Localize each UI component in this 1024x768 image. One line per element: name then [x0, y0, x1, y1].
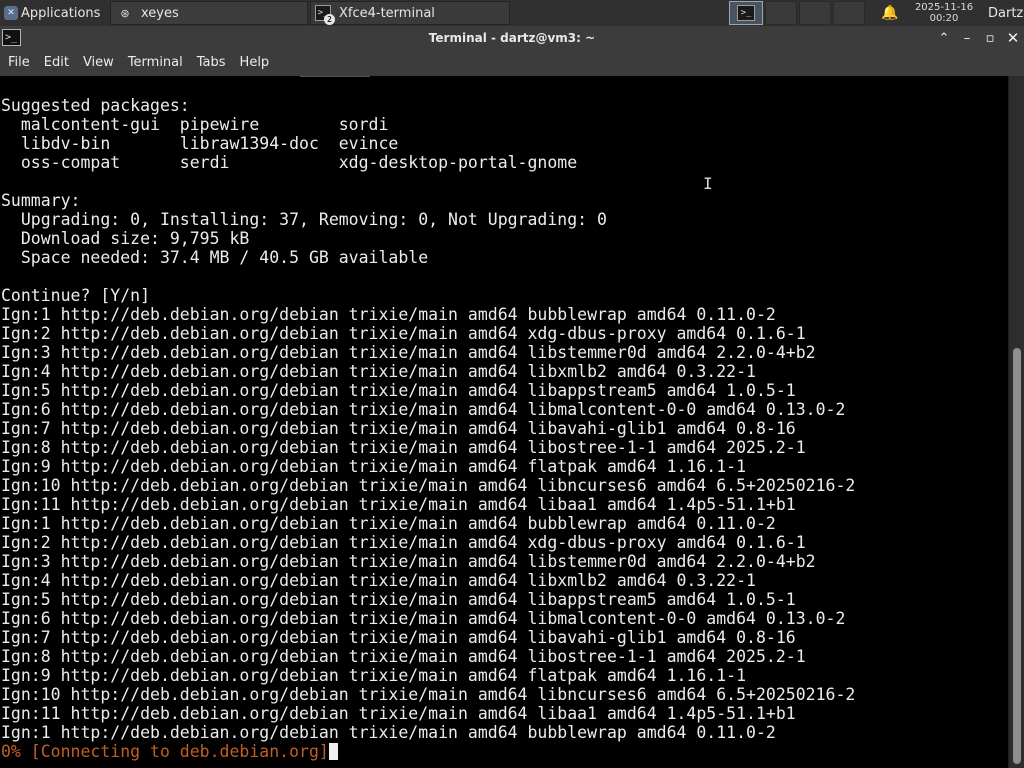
applications-label: Applications	[21, 5, 101, 21]
terminal-line: Ign:9 http://deb.debian.org/debian trixi…	[1, 666, 747, 685]
terminal-line: Upgrading: 0, Installing: 37, Removing: …	[1, 210, 607, 229]
apt-progress-status: 0% [Connecting to deb.debian.org]	[1, 742, 329, 761]
terminal-line: Ign:11 http://deb.debian.org/debian trix…	[1, 495, 796, 514]
terminal-line: malcontent-gui pipewire sordi	[1, 115, 389, 134]
terminal-line: libdv-bin libraw1394-doc evince	[1, 134, 399, 153]
terminal-line: Ign:7 http://deb.debian.org/debian trixi…	[1, 419, 796, 438]
terminal-line: Download size: 9,795 kB	[1, 229, 250, 248]
user-menu-button[interactable]: Dartz	[984, 0, 1024, 26]
user-name: Dartz	[988, 5, 1024, 21]
window-titlebar[interactable]: Terminal - dartz@vm3: ~ >_ ⌃ – ▫ ✕	[0, 26, 1024, 50]
terminal-line: Ign:5 http://deb.debian.org/debian trixi…	[1, 381, 796, 400]
terminal-line: Ign:6 http://deb.debian.org/debian trixi…	[1, 400, 846, 419]
clock-date: 2025-11-16	[914, 2, 974, 13]
terminal-line: Ign:8 http://deb.debian.org/debian trixi…	[1, 438, 806, 457]
terminal-icon: >_	[737, 5, 755, 21]
terminal-line: Suggested packages:	[1, 96, 190, 115]
menu-bar: File Edit View Terminal Tabs Help	[0, 50, 1024, 76]
terminal-line: Ign:11 http://deb.debian.org/debian trix…	[1, 704, 796, 723]
chevron-up-icon[interactable]: ⌃	[934, 28, 954, 48]
terminal-line: Ign:5 http://deb.debian.org/debian trixi…	[1, 590, 796, 609]
terminal-line: Ign:10 http://deb.debian.org/debian trix…	[1, 476, 856, 495]
text-cursor-icon: I	[703, 174, 713, 193]
taskbar-item-label: xeyes	[141, 5, 179, 21]
clock-time: 00:20	[929, 13, 959, 24]
bell-icon[interactable]: 🔔	[880, 0, 900, 26]
top-panel: ✕ Applications ⊛ xeyes >_ 2 Xfce4-termina…	[0, 0, 1024, 26]
terminal-line: Ign:4 http://deb.debian.org/debian trixi…	[1, 571, 756, 590]
terminal-line: oss-compat serdi xdg-desktop-portal-gnom…	[1, 153, 578, 172]
terminal-output[interactable]: Suggested packages: malcontent-gui pipew…	[0, 76, 1008, 768]
applications-menu-button[interactable]: ✕ Applications	[0, 0, 110, 26]
taskbar-item-terminal[interactable]: >_ 2 Xfce4-terminal	[310, 1, 510, 25]
terminal-cursor	[328, 743, 338, 760]
scrollbar-thumb[interactable]	[1013, 348, 1021, 764]
menu-view[interactable]: View	[76, 50, 121, 76]
terminal-status-line: 0% [Connecting to deb.debian.org]	[1, 742, 855, 761]
terminal-icon[interactable]: >_	[2, 29, 21, 46]
terminal-line: Space needed: 37.4 MB / 40.5 GB availabl…	[1, 248, 429, 267]
minimize-icon[interactable]: –	[957, 28, 977, 48]
terminal-line: Ign:3 http://deb.debian.org/debian trixi…	[1, 552, 816, 571]
terminal-line: Ign:1 http://deb.debian.org/debian trixi…	[1, 305, 776, 324]
terminal-line: Ign:8 http://deb.debian.org/debian trixi…	[1, 647, 806, 666]
window-count-badge: 2	[324, 14, 335, 25]
taskbar-item-label: Xfce4-terminal	[339, 5, 435, 21]
workspace-button[interactable]	[833, 1, 865, 25]
terminal-line: Ign:9 http://deb.debian.org/debian trixi…	[1, 457, 747, 476]
menu-terminal[interactable]: Terminal	[121, 50, 190, 76]
cut-off-previous-line	[300, 76, 370, 77]
close-icon[interactable]: ✕	[1003, 28, 1023, 48]
terminal-line: Ign:7 http://deb.debian.org/debian trixi…	[1, 628, 796, 647]
terminal-scrollbar[interactable]	[1008, 76, 1024, 768]
menu-help[interactable]: Help	[233, 50, 277, 76]
terminal-line: Ign:2 http://deb.debian.org/debian trixi…	[1, 324, 806, 343]
taskbar-item-xeyes[interactable]: ⊛ xeyes	[110, 1, 308, 25]
terminal-line: Ign:3 http://deb.debian.org/debian trixi…	[1, 343, 816, 362]
terminal-line: Ign:6 http://deb.debian.org/debian trixi…	[1, 609, 846, 628]
terminal-line: Ign:1 http://deb.debian.org/debian trixi…	[1, 723, 776, 742]
xeyes-icon: ⊛	[120, 6, 130, 20]
terminal-line: Summary:	[1, 191, 81, 210]
menu-edit[interactable]: Edit	[37, 50, 76, 76]
workspace-button-active[interactable]: >_	[729, 1, 763, 25]
terminal-lines: Suggested packages: malcontent-gui pipew…	[1, 96, 855, 761]
workspace-button[interactable]	[799, 1, 831, 25]
menu-tabs[interactable]: Tabs	[190, 50, 233, 76]
menu-file[interactable]: File	[1, 50, 37, 76]
terminal-line: Ign:1 http://deb.debian.org/debian trixi…	[1, 514, 776, 533]
workspace-button[interactable]	[765, 1, 797, 25]
xfce-logo-icon: ✕	[4, 6, 18, 20]
terminal-icon: >_ 2	[315, 5, 335, 25]
terminal-line: Ign:2 http://deb.debian.org/debian trixi…	[1, 533, 806, 552]
window-title: Terminal - dartz@vm3: ~	[428, 31, 596, 45]
maximize-icon[interactable]: ▫	[980, 28, 1000, 48]
terminal-line: Ign:10 http://deb.debian.org/debian trix…	[1, 685, 856, 704]
terminal-line: Continue? [Y/n]	[1, 286, 151, 305]
clock[interactable]: 2025-11-16 00:20	[905, 0, 983, 26]
terminal-line: Ign:4 http://deb.debian.org/debian trixi…	[1, 362, 756, 381]
